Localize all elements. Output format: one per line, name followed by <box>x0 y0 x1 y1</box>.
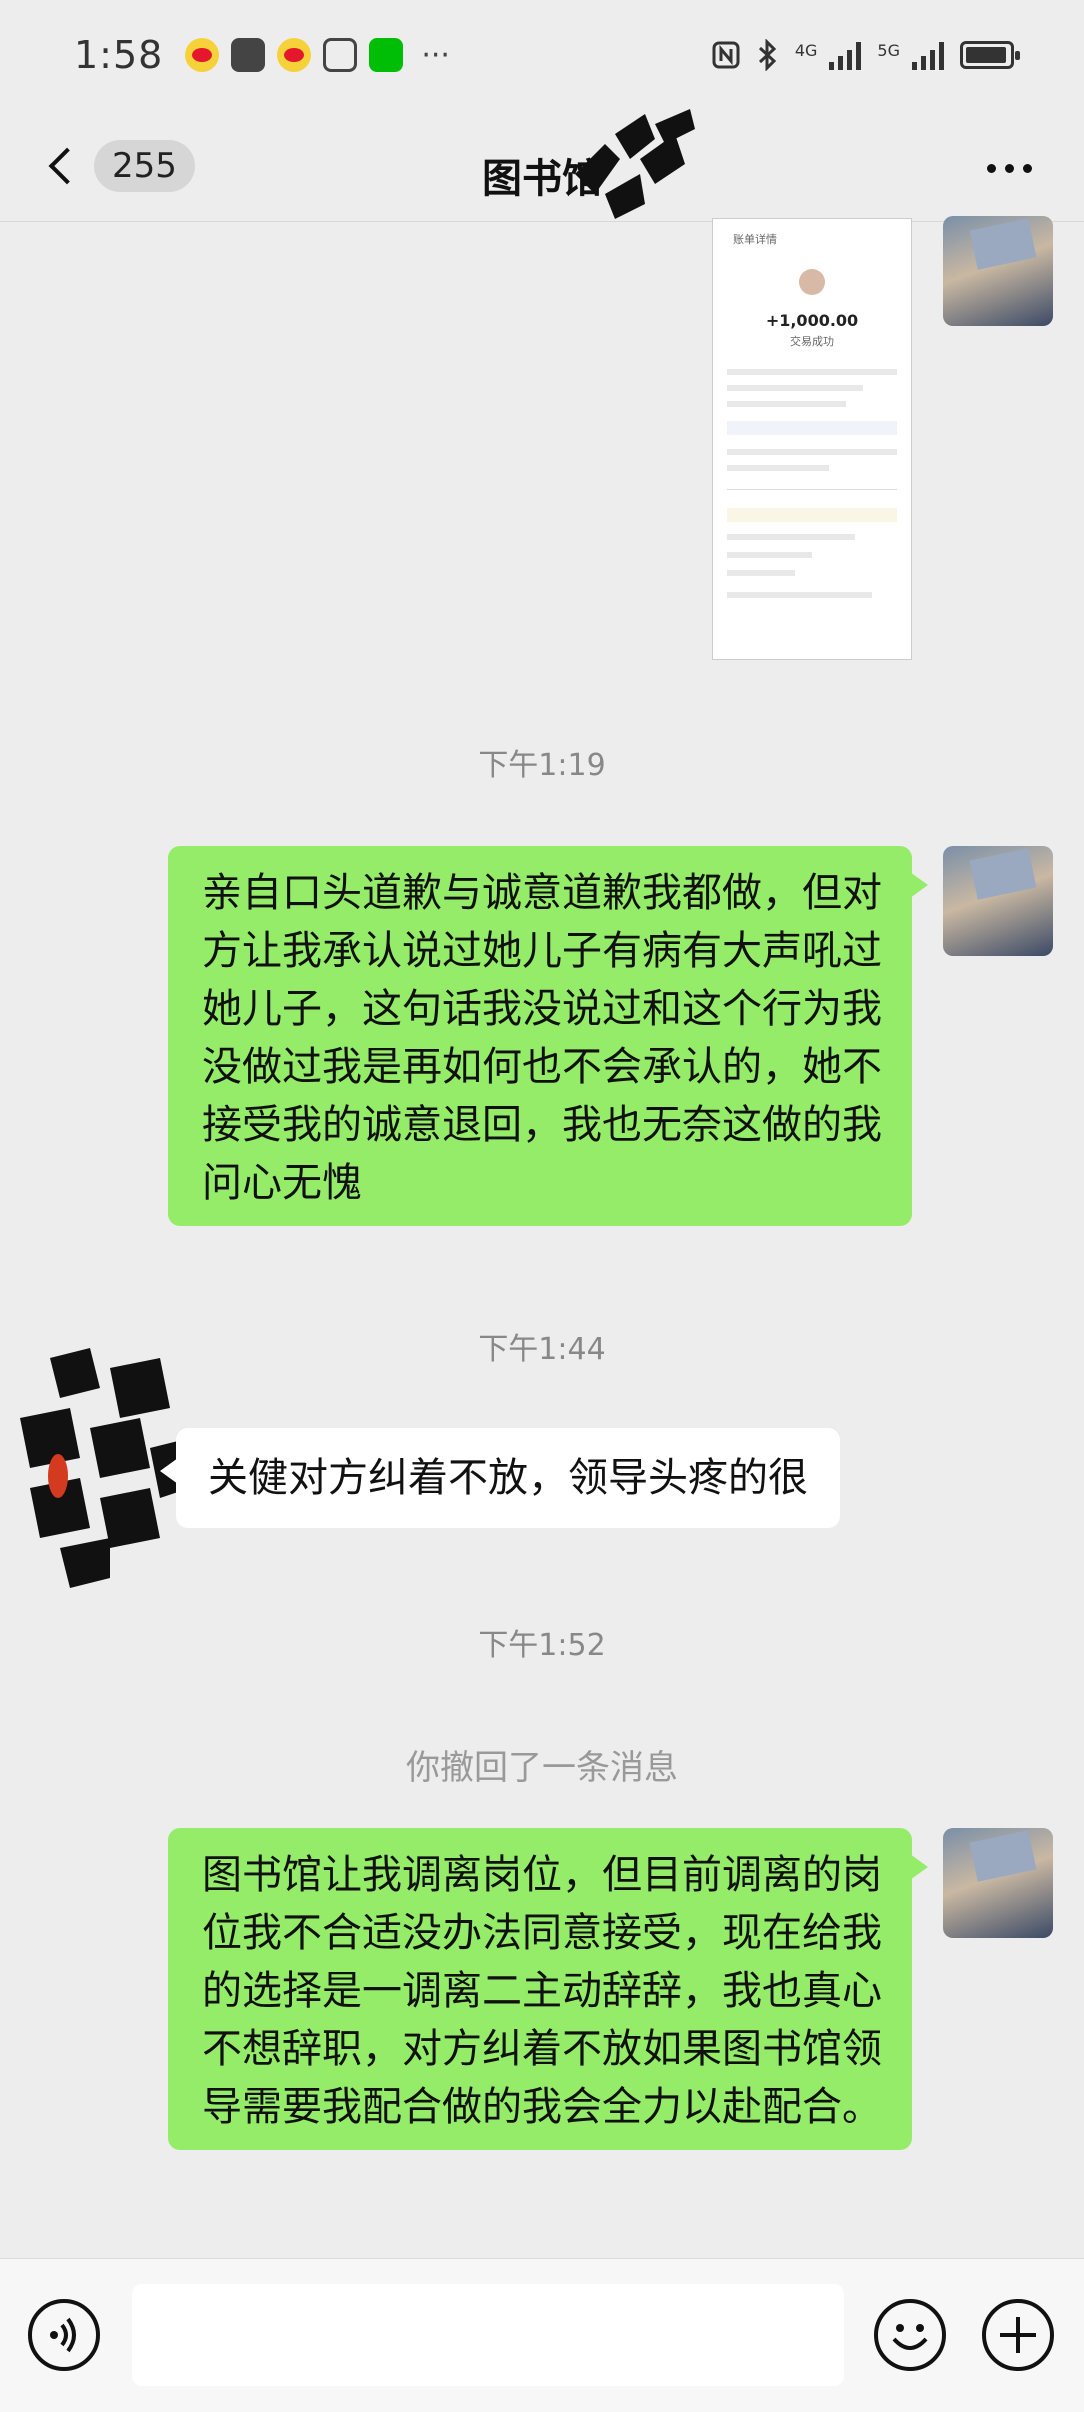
outgoing-message[interactable]: 亲自口头道歉与诚意道歉我都做，但对方让我承认说过她儿子有病有大声吼过她儿子，这句… <box>168 846 928 1226</box>
recall-notice: 你撤回了一条消息 <box>406 1748 678 1788</box>
plus-icon <box>1000 2317 1036 2353</box>
wallet-icon <box>231 38 266 72</box>
weibo-icon <box>277 38 312 72</box>
chat-header: 255 图书馆 <box>0 110 1084 222</box>
emoji-icon <box>892 2324 928 2350</box>
image-preview-amount: +1,000.00 <box>765 311 859 330</box>
dot <box>986 163 996 173</box>
network-label-5g: 5G <box>877 41 900 60</box>
dot <box>1004 163 1014 173</box>
weibo-icon <box>185 38 220 72</box>
more-options-button[interactable] <box>974 150 1044 186</box>
battery-icon <box>960 41 1020 69</box>
emoji-button[interactable] <box>874 2299 946 2371</box>
status-bar: 1:58 ··· 4G 5G <box>0 0 1084 110</box>
avatar[interactable] <box>943 1828 1053 1938</box>
network-label-4g: 4G <box>794 41 818 60</box>
image-preview-details <box>727 359 897 614</box>
image-preview-avatar <box>799 269 825 295</box>
image-message[interactable]: 账单详情 +1,000.00 交易成功 <box>712 218 912 660</box>
avatar[interactable] <box>943 846 1053 956</box>
image-preview-status: 交易成功 <box>790 335 834 348</box>
nfc-icon <box>712 41 740 69</box>
chat-title: 图书馆 <box>482 156 602 202</box>
status-time: 1:58 <box>74 33 164 77</box>
avatar[interactable] <box>943 216 1053 326</box>
signal-icon <box>829 40 862 70</box>
dot <box>1022 163 1032 173</box>
message-timestamp: 下午1:19 <box>478 748 606 783</box>
redaction-scribble <box>575 109 695 219</box>
status-more-dots: ··· <box>421 37 450 73</box>
outgoing-message[interactable]: 图书馆让我调离岗位，但目前调离的岗位我不合适没办法同意接受，现在给我的选择是一调… <box>168 1828 928 2150</box>
message-timestamp: 下午1:52 <box>478 1628 606 1663</box>
bluetooth-icon <box>758 39 777 71</box>
incoming-message[interactable]: 关健对方纠着不放，领导头疼的很 <box>160 1428 840 1528</box>
plus-button[interactable] <box>982 2299 1054 2371</box>
message-input[interactable] <box>132 2284 844 2386</box>
voice-button[interactable] <box>28 2299 100 2371</box>
hexagon-app-icon <box>323 38 358 72</box>
input-bar <box>0 2258 1084 2412</box>
status-app-icons: ··· <box>185 38 450 73</box>
iqiyi-icon <box>369 38 404 72</box>
image-preview-header: 账单详情 <box>733 233 777 246</box>
signal-icon <box>912 40 944 70</box>
voice-icon <box>50 2317 76 2353</box>
system-status: 4G 5G <box>711 39 1020 71</box>
